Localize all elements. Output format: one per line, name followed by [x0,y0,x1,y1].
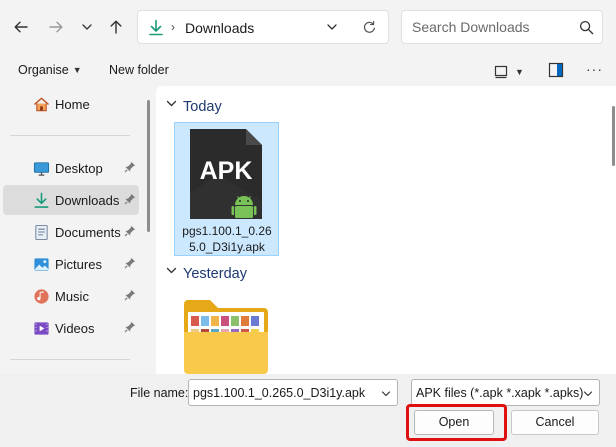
document-icon [35,224,48,241]
address-bar-row: › Downloads [0,0,616,56]
command-bar: Organise ▼ New folder ▼ ··· [0,56,616,86]
sidebar-item-label: Music [55,289,89,304]
file-type-value: APK files (*.apk *.xapk *.apks) [416,386,584,400]
organise-label: Organise [18,63,69,77]
caret-down-icon: ▼ [515,67,524,77]
sidebar-divider [10,359,130,360]
navigation-pane: Home Desktop Downloads Documents Picture… [0,86,156,374]
group-label: Today [183,99,222,115]
apk-thumb-text: APK [200,157,253,185]
group-label: Yesterday [183,266,247,282]
file-list: Today APK pgs1.100.1_0.265.0_D3i1y.apk Y… [156,86,616,374]
pin-icon[interactable] [124,257,136,269]
content-scrollbar[interactable] [612,106,615,166]
chevron-down-icon[interactable] [381,389,391,399]
recent-locations-button[interactable] [72,12,102,42]
new-folder-button[interactable]: New folder [109,63,169,77]
file-name-field-label: File name: [130,386,189,400]
sidebar-item-pictures[interactable]: Pictures [3,249,139,279]
organise-menu[interactable]: Organise ▼ [18,63,82,77]
group-header-yesterday[interactable]: Yesterday [166,265,247,282]
chevron-down-icon [166,267,177,274]
preview-pane-button[interactable] [548,62,564,81]
breadcrumb-separator: › [171,20,175,34]
search-box[interactable] [401,10,603,44]
pin-icon[interactable] [124,225,136,237]
pin-icon[interactable] [124,321,136,333]
search-input[interactable] [402,11,572,43]
file-name-input[interactable]: pgs1.100.1_0.265.0_D3i1y.apk [193,386,365,400]
sidebar-item-label: Downloads [55,193,120,208]
highlight-ring [406,404,507,441]
back-button[interactable] [6,12,36,42]
view-icon [494,65,508,79]
chevron-down-icon[interactable] [583,389,593,399]
sidebar-item-videos[interactable]: Videos [3,313,139,343]
videos-icon [34,322,49,335]
file-name-combobox[interactable]: pgs1.100.1_0.265.0_D3i1y.apk [188,379,398,406]
chevron-down-icon [166,100,177,107]
pictures-icon [34,258,49,271]
forward-button[interactable] [41,12,71,42]
sidebar-item-label: Documents [55,225,121,240]
desktop-icon [33,162,50,176]
sidebar-item-label: Pictures [55,257,102,272]
file-item[interactable]: APK pgs1.100.1_0.265.0_D3i1y.apk [174,122,279,256]
apk-file-icon: APK [190,129,262,219]
sidebar-scrollbar[interactable] [147,100,150,232]
pin-icon[interactable] [124,289,136,301]
music-icon [34,289,49,304]
chevron-down-icon[interactable] [326,21,338,33]
file-type-select[interactable]: APK files (*.apk *.xapk *.apks) [411,379,600,406]
download-icon [34,192,49,208]
sidebar-item-documents[interactable]: Documents [3,217,139,247]
address-bar[interactable]: › Downloads [137,10,389,44]
sidebar-item-label: Home [55,97,90,112]
group-header-today[interactable]: Today [166,98,222,115]
preview-pane-icon [548,62,564,78]
arrow-left-icon [14,21,28,33]
dialog-footer: File name: pgs1.100.1_0.265.0_D3i1y.apk … [0,374,616,447]
pin-icon[interactable] [124,193,136,205]
sidebar-item-label: Desktop [55,161,103,176]
folder-icon[interactable] [182,298,270,374]
arrow-up-icon [110,20,122,34]
cancel-button[interactable]: Cancel [511,410,599,435]
download-icon [149,19,163,36]
sidebar-item-desktop[interactable]: Desktop [3,153,139,183]
more-options-button[interactable]: ··· [586,61,603,77]
sidebar-item-home[interactable]: Home [3,89,139,119]
sidebar-divider [10,135,130,136]
sidebar-item-music[interactable]: Music [3,281,139,311]
arrow-right-icon [49,21,63,33]
refresh-icon[interactable] [362,20,377,35]
search-icon[interactable] [579,20,594,35]
change-view-button[interactable]: ▼ [494,62,530,82]
up-button[interactable] [101,12,131,42]
sidebar-item-label: Videos [55,321,95,336]
sidebar-item-downloads[interactable]: Downloads [3,185,139,215]
breadcrumb-downloads[interactable]: Downloads [185,20,254,36]
chevron-down-icon [82,24,92,30]
pin-icon[interactable] [124,161,136,173]
home-icon [34,97,49,112]
caret-down-icon: ▼ [72,65,82,75]
file-name-label: pgs1.100.1_0.265.0_D3i1y.apk [182,224,272,254]
